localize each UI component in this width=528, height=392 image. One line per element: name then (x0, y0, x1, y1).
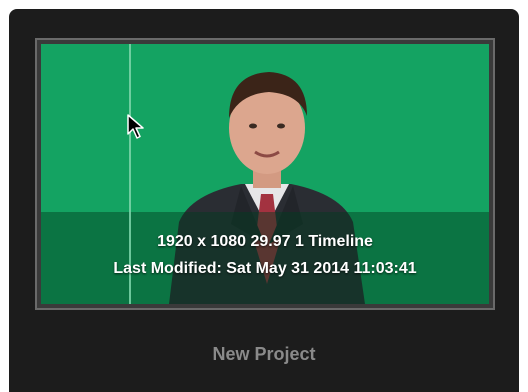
project-thumbnail-frame[interactable]: 1920 x 1080 29.97 1 Timeline Last Modifi… (35, 38, 495, 310)
project-last-modified-text: Last Modified: Sat May 31 2014 11:03:41 (113, 260, 417, 277)
project-tile[interactable]: 1920 x 1080 29.97 1 Timeline Last Modifi… (9, 9, 519, 392)
project-info-overlay (41, 212, 489, 304)
project-resolution-text: 1920 x 1080 29.97 1 Timeline (157, 233, 373, 250)
project-name-label[interactable]: New Project (9, 343, 519, 365)
page: 1920 x 1080 29.97 1 Timeline Last Modifi… (0, 0, 528, 392)
project-thumbnail[interactable]: 1920 x 1080 29.97 1 Timeline Last Modifi… (41, 44, 489, 304)
